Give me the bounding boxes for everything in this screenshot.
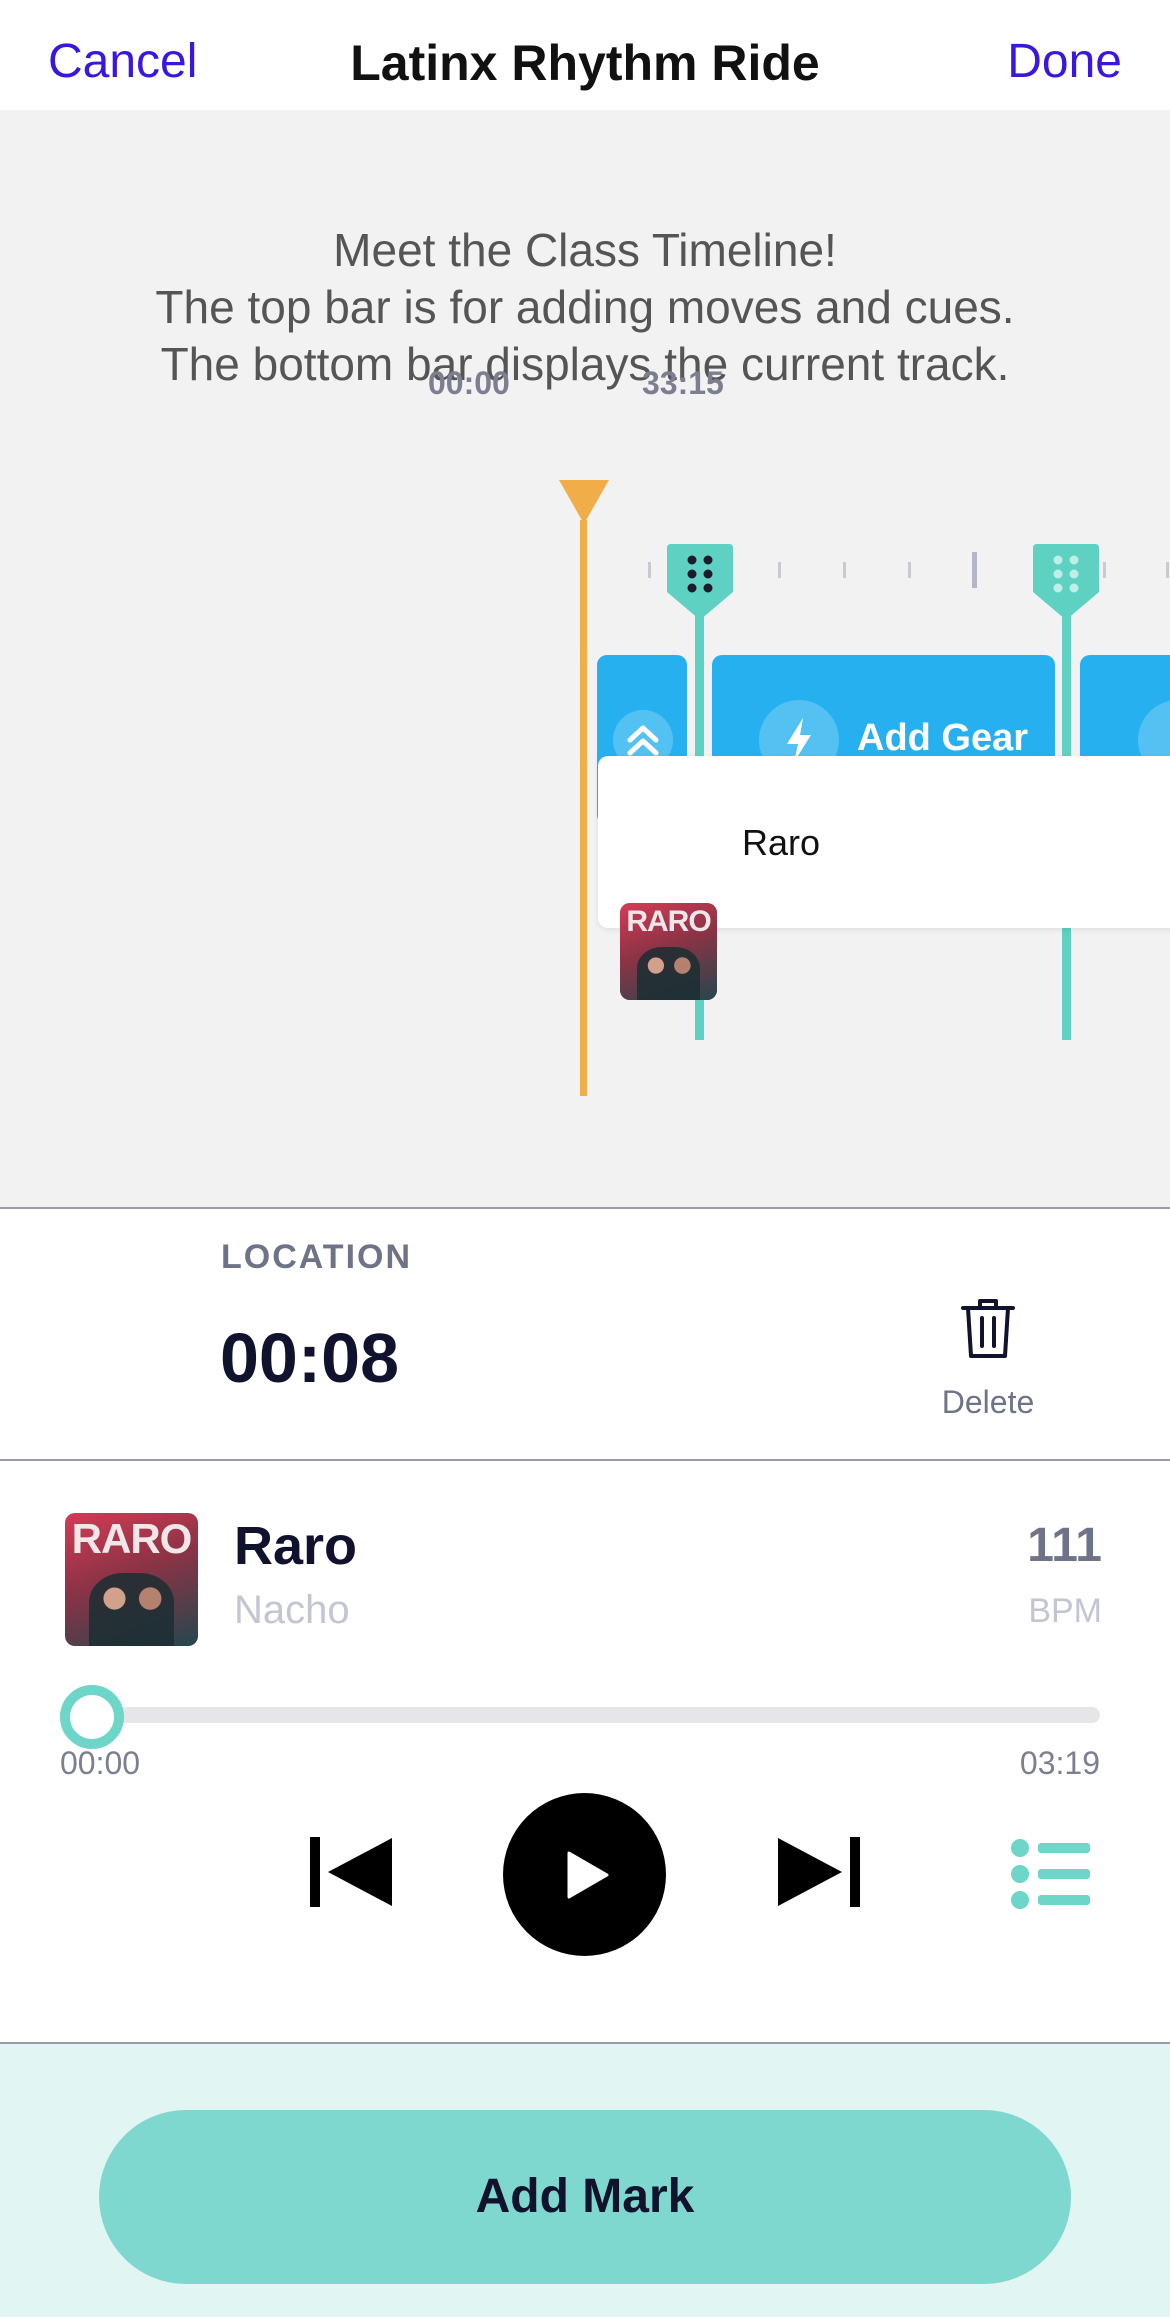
ruler-tick [1103, 562, 1106, 578]
bpm-label: BPM [1028, 1592, 1102, 1630]
next-track-button[interactable] [770, 1832, 870, 1912]
album-cover: RARO [620, 903, 717, 1000]
hint-line: The bottom bar displays the current trac… [160, 338, 1010, 390]
queue-list-icon[interactable] [1010, 1838, 1090, 1910]
bpm-value: 111 [1027, 1519, 1102, 1572]
page-title: Latinx Rhythm Ride [350, 35, 820, 91]
hint-line: Meet the Class Timeline! [333, 224, 837, 276]
previous-track-button[interactable] [300, 1832, 400, 1912]
ruler-tick [1166, 562, 1169, 578]
location-value: 00:08 [220, 1319, 400, 1397]
delete-button-label[interactable]: Delete [938, 1384, 1038, 1421]
play-button[interactable] [503, 1793, 666, 1956]
divider [0, 1459, 1170, 1461]
location-label: LOCATION [221, 1238, 413, 1276]
navigation-bar: Cancel Latinx Rhythm Ride Done [0, 0, 1170, 110]
add-mark-button[interactable]: Add Mark [99, 2110, 1071, 2284]
ruler-tick-major [972, 552, 977, 588]
trash-icon[interactable] [960, 1296, 1016, 1360]
playhead-handle[interactable] [559, 480, 609, 524]
current-time: 00:00 [60, 1745, 141, 1781]
timeline-hint: Meet the Class Timeline! The top bar is … [0, 222, 1170, 393]
playhead-line[interactable] [580, 520, 587, 1096]
done-button[interactable]: Done [1007, 34, 1122, 89]
progress-slider-knob[interactable] [60, 1685, 124, 1749]
ruler-tick [648, 562, 651, 578]
hint-line: The top bar is for adding moves and cues… [155, 281, 1015, 333]
cue-marker-handle[interactable] [1033, 544, 1099, 620]
total-time: 03:19 [1019, 1745, 1100, 1781]
timeline-start-time: 00:00 [428, 365, 510, 401]
add-gear-label: Add Gear [857, 717, 1029, 759]
divider [0, 1207, 1170, 1209]
ruler-tick [843, 562, 846, 578]
progress-slider[interactable] [60, 1707, 1100, 1723]
timeline-track-name: Raro [742, 822, 821, 863]
ruler-tick [908, 562, 911, 578]
album-cover: RARO [65, 1513, 198, 1646]
ruler-tick [778, 562, 781, 578]
track-title: Raro [234, 1516, 358, 1576]
cue-marker-handle[interactable] [667, 544, 733, 620]
track-artist: Nacho [234, 1588, 350, 1632]
timeline-end-time: 33:15 [642, 365, 724, 401]
play-icon [567, 1851, 609, 1899]
